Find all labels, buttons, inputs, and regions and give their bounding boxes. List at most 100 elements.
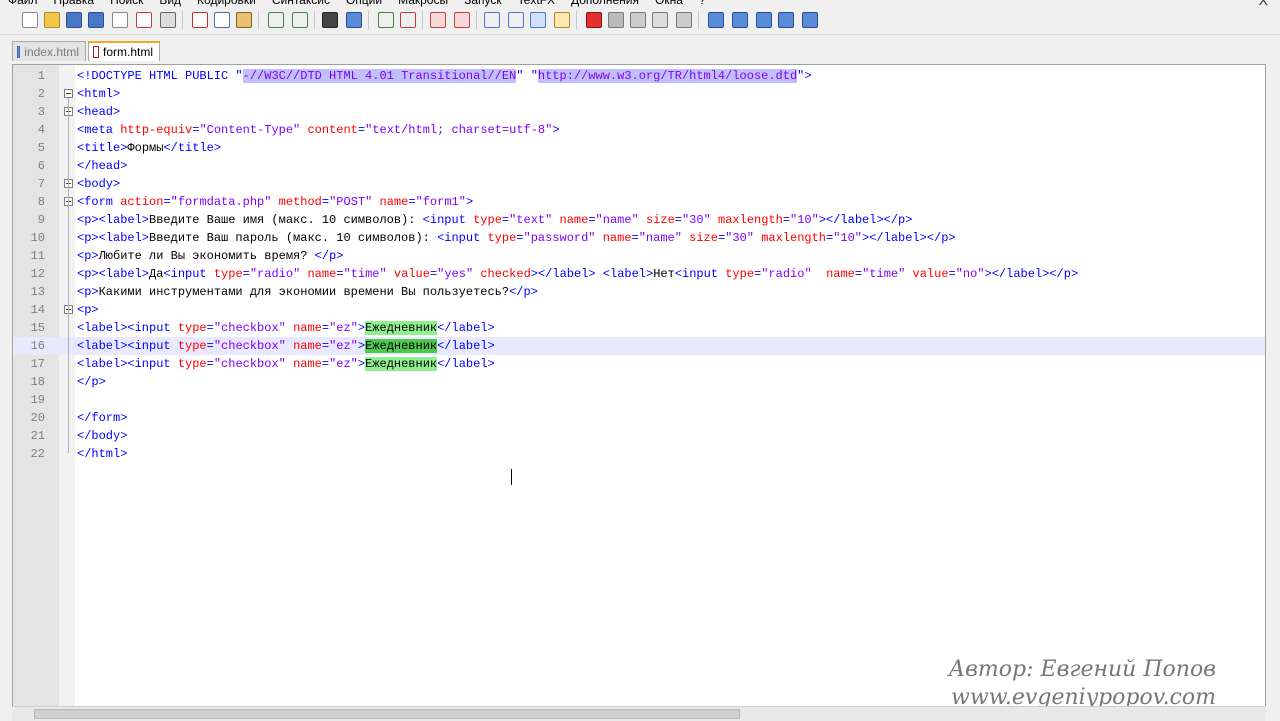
horizontal-scrollbar[interactable]: [12, 706, 1266, 721]
redo-icon[interactable]: [292, 12, 308, 28]
scrollbar-thumb[interactable]: [34, 709, 740, 719]
code-line[interactable]: 2 <html>: [13, 85, 1265, 103]
code-line[interactable]: 7 <body>: [13, 175, 1265, 193]
code-token: =: [206, 339, 214, 353]
save-macro-icon[interactable]: [676, 12, 692, 28]
menu-item[interactable]: Синтаксис: [264, 0, 338, 7]
code-token: =: [357, 123, 366, 137]
code-line[interactable]: 17 <label><input type="checkbox" name="ez…: [13, 355, 1265, 373]
menu-item[interactable]: TextFX: [510, 0, 563, 7]
file-icon: [17, 45, 21, 58]
menu-item[interactable]: Окна: [647, 0, 691, 7]
code-line[interactable]: 15 <label><input type="checkbox" name="ez…: [13, 319, 1265, 337]
menu-item[interactable]: Правка: [46, 0, 103, 7]
menu-item[interactable]: Макросы: [390, 0, 456, 7]
code-line[interactable]: 22 </html>: [13, 445, 1265, 463]
code-line[interactable]: 4 <meta http-equiv = "Content-Type" content…: [13, 121, 1265, 139]
menu-item[interactable]: Поиск: [102, 0, 151, 7]
stop-macro-icon[interactable]: [608, 12, 624, 28]
menu-item[interactable]: Вид: [151, 0, 189, 7]
highlighted-match: Ежедневник: [365, 321, 438, 335]
close-icon[interactable]: X: [1259, 0, 1268, 8]
code-token: size: [689, 231, 718, 245]
code-token: ></label></p>: [862, 231, 956, 245]
code-token: Какими инструментами для экономии времен…: [98, 285, 510, 299]
code-token: =: [336, 267, 344, 281]
code-line[interactable]: 12 <p><label>Да<input type="radio" name="…: [13, 265, 1265, 283]
code-line[interactable]: 19: [13, 391, 1265, 409]
code-token: "name": [595, 213, 639, 227]
zoom-in-icon[interactable]: [378, 12, 394, 28]
menu-item[interactable]: Опции: [338, 0, 390, 7]
close-file-icon[interactable]: [112, 12, 128, 28]
arrow-up-icon[interactable]: [732, 12, 748, 28]
code-token: <!DOCTYPE HTML PUBLIC ": [77, 69, 243, 83]
tab-index-html[interactable]: index.html: [12, 41, 86, 61]
code-token: </body>: [77, 429, 128, 443]
code-line[interactable]: 6 </head>: [13, 157, 1265, 175]
arrow-down-icon[interactable]: [756, 12, 772, 28]
code-token: =: [782, 213, 791, 227]
code-line[interactable]: 18 </p>: [13, 373, 1265, 391]
code-line[interactable]: 16 <label><input type="checkbox" name="ez…: [13, 337, 1265, 355]
save-all-icon[interactable]: [88, 12, 104, 28]
sync-h-icon[interactable]: [454, 12, 470, 28]
menu-item[interactable]: Дополнения: [563, 0, 647, 7]
toolbar-separator: [698, 11, 699, 29]
code-line[interactable]: 13 <p>Какими инструментами для экономии в…: [13, 283, 1265, 301]
menu-item[interactable]: ?: [691, 0, 714, 7]
copy-icon[interactable]: [214, 12, 230, 28]
fold-toggle-icon[interactable]: [64, 89, 73, 98]
code-token: name: [559, 213, 589, 227]
doc-map-icon[interactable]: [554, 12, 570, 28]
code-text: <p><label>Да<input type="radio" name="ti…: [77, 265, 1078, 283]
indent-guide-icon[interactable]: [530, 12, 546, 28]
code-line[interactable]: 14 <p>: [13, 301, 1265, 319]
sync-v-icon[interactable]: [430, 12, 446, 28]
close-all-icon[interactable]: [136, 12, 152, 28]
menu-item[interactable]: Запуск: [456, 0, 510, 7]
find-icon[interactable]: [322, 12, 338, 28]
run-multi-icon[interactable]: [652, 12, 668, 28]
cut-icon[interactable]: [192, 12, 208, 28]
replace-icon[interactable]: [346, 12, 362, 28]
code-text: <title>Формы</title>: [77, 139, 221, 157]
code-line[interactable]: 3 <head>: [13, 103, 1265, 121]
code-token: <meta: [77, 123, 121, 137]
zoom-out-icon[interactable]: [400, 12, 416, 28]
record-macro-icon[interactable]: [586, 12, 602, 28]
code-line[interactable]: 20 </form>: [13, 409, 1265, 427]
save-icon[interactable]: [66, 12, 82, 28]
code-line[interactable]: 10 <p><label>Введите Ваш пароль (макс. 10…: [13, 229, 1265, 247]
all-chars-icon[interactable]: [508, 12, 524, 28]
paste-icon[interactable]: [236, 12, 252, 28]
code-line[interactable]: 11 <p>Любите ли Вы экономить время? </p>: [13, 247, 1265, 265]
code-line[interactable]: 9 <p><label>Введите Ваше имя (макс. 10 си…: [13, 211, 1265, 229]
code-editor[interactable]: 1 <!DOCTYPE HTML PUBLIC "-//W3C//DTD HTML…: [12, 64, 1266, 720]
new-file-icon[interactable]: [22, 12, 38, 28]
spellcheck-icon[interactable]: [802, 12, 818, 28]
code-text: </head>: [77, 157, 127, 175]
open-file-icon[interactable]: [44, 12, 60, 28]
code-token: type: [473, 213, 502, 227]
code-token: >: [357, 321, 366, 335]
print-icon[interactable]: [160, 12, 176, 28]
undo-icon[interactable]: [268, 12, 284, 28]
collapse-icon[interactable]: [778, 12, 794, 28]
menu-item[interactable]: Файл: [0, 0, 46, 7]
wrap-icon[interactable]: [484, 12, 500, 28]
tab-form-html[interactable]: form.html: [88, 41, 160, 61]
fold-all-icon[interactable]: [708, 12, 724, 28]
code-token: maxlength: [718, 213, 783, 227]
menu-item[interactable]: Кодировки: [189, 0, 264, 7]
code-token: "checkbox": [213, 339, 286, 353]
code-line[interactable]: 1 <!DOCTYPE HTML PUBLIC "-//W3C//DTD HTML…: [13, 67, 1265, 85]
play-macro-icon[interactable]: [630, 12, 646, 28]
code-token: ></label> <label>: [530, 267, 654, 281]
code-line[interactable]: 8 <form action="formdata.php" method="POS…: [13, 193, 1265, 211]
code-line[interactable]: 5 <title>Формы</title>: [13, 139, 1265, 157]
code-line[interactable]: 21 </body>: [13, 427, 1265, 445]
